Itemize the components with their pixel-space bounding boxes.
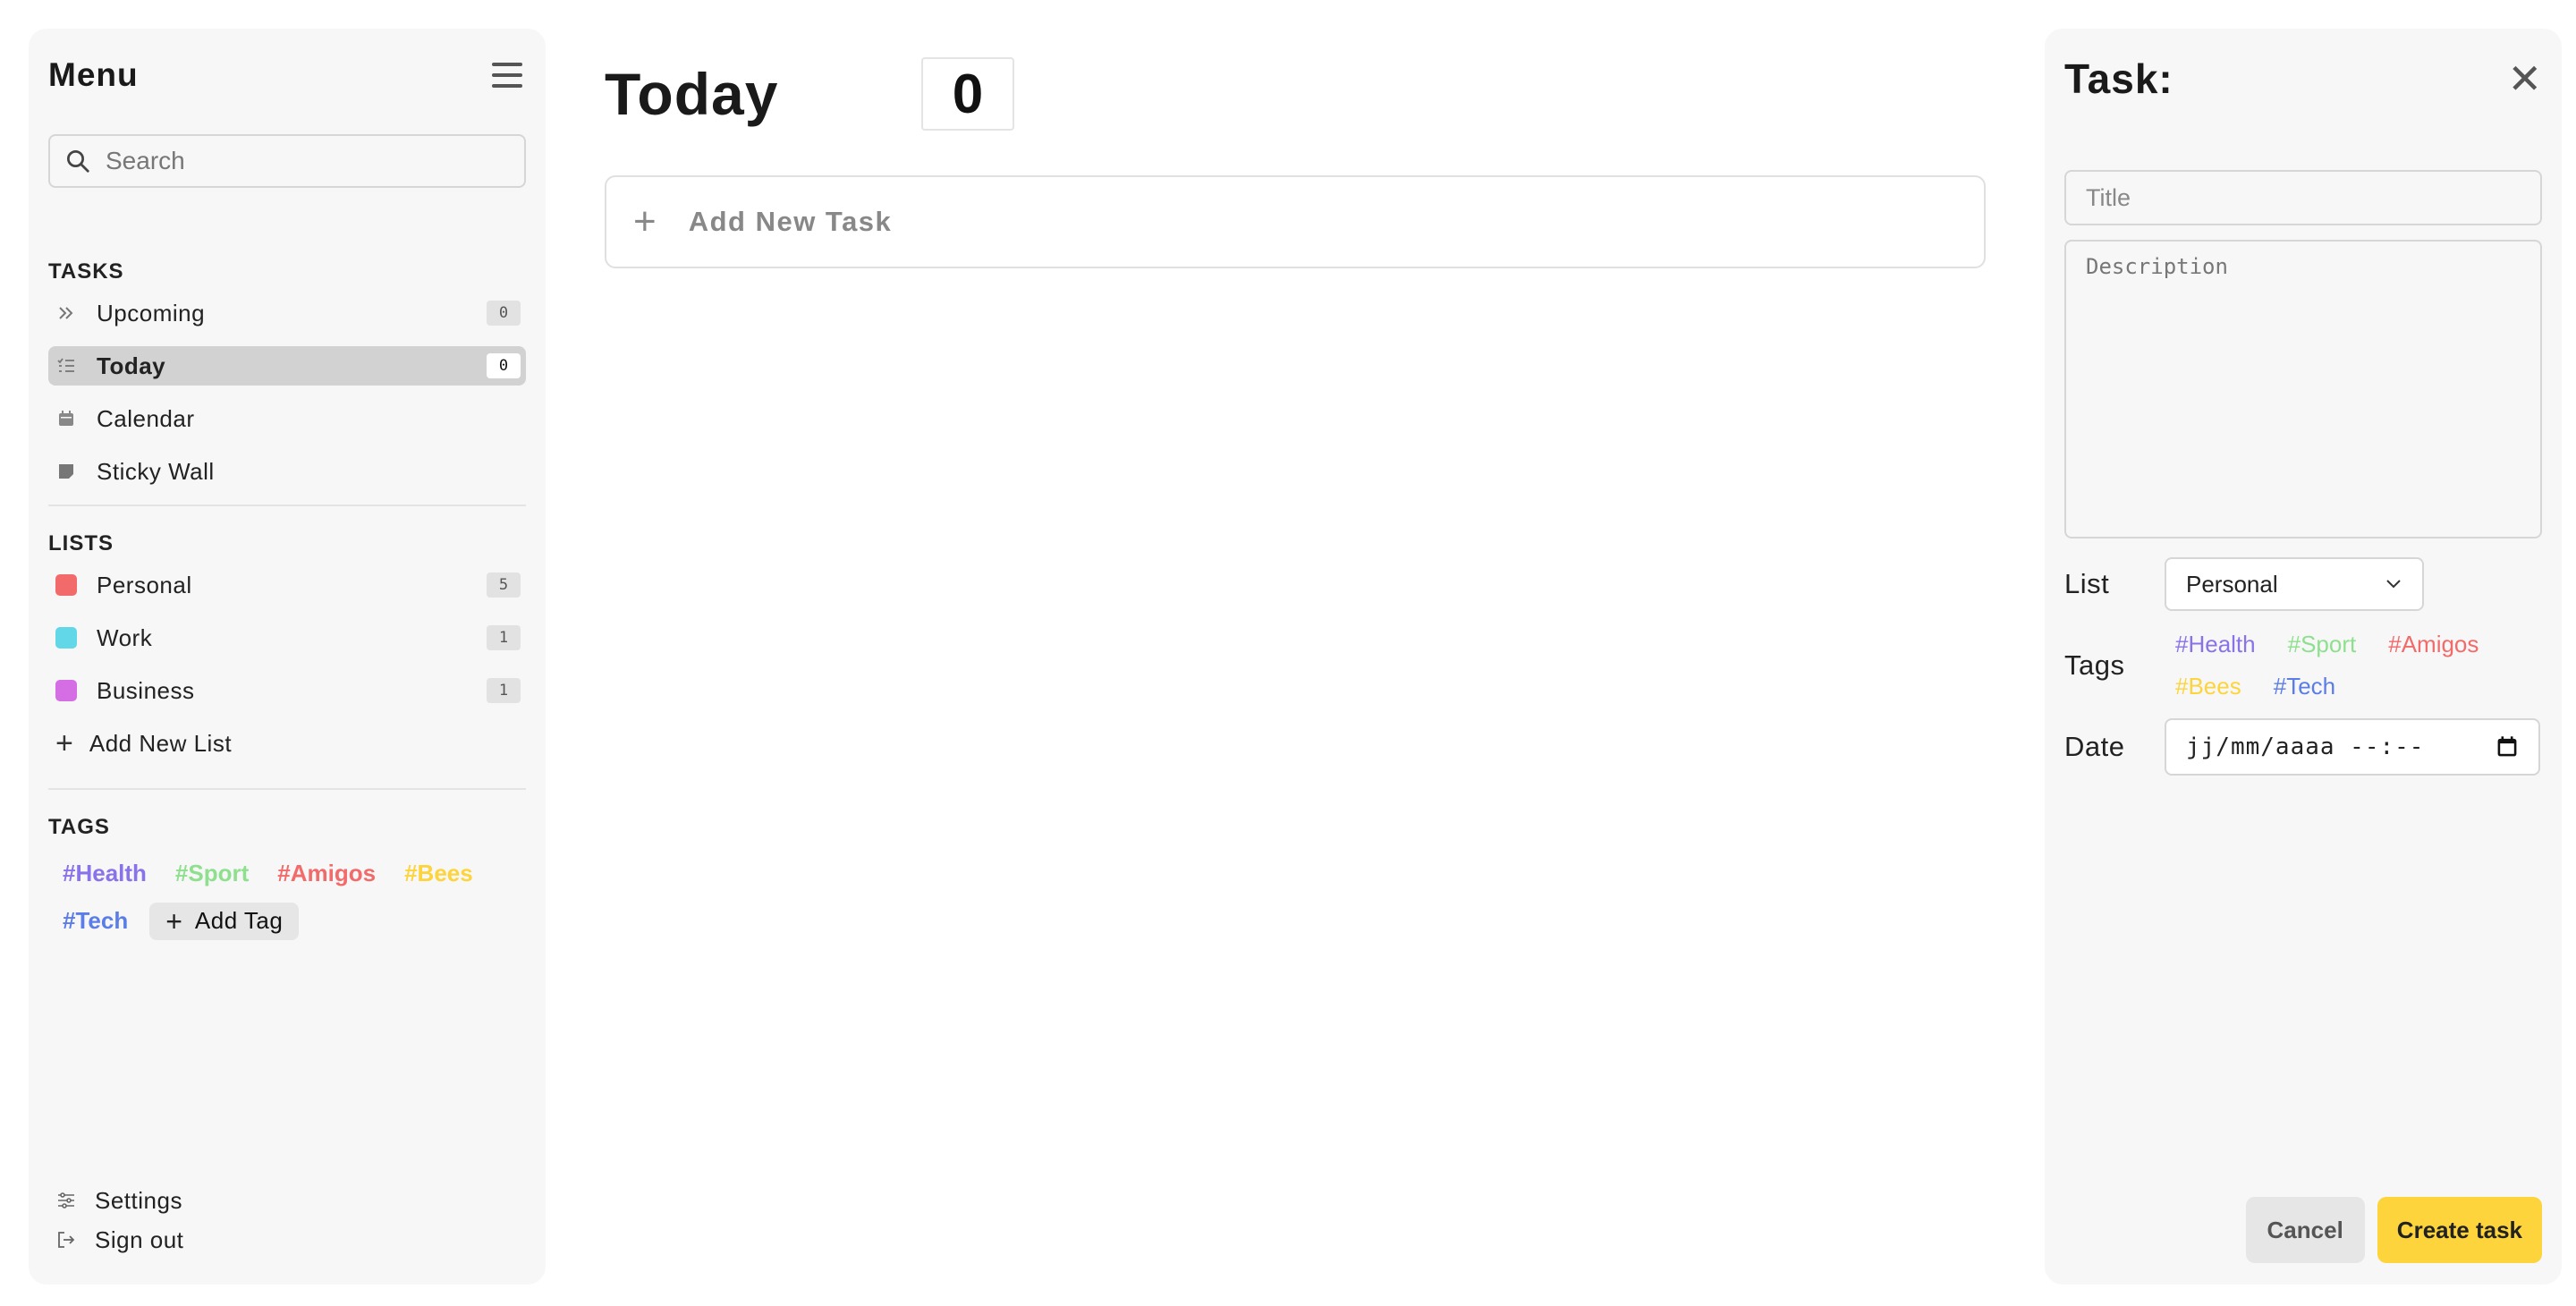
count-badge: 0 xyxy=(487,353,521,378)
tag-amigos[interactable]: #Amigos xyxy=(263,854,390,893)
tags-heading: TAGS xyxy=(48,815,110,839)
calendar-icon xyxy=(2497,736,2517,757)
add-new-task-label: Add New Task xyxy=(688,206,893,237)
add-tag-button[interactable]: + Add Tag xyxy=(149,902,300,940)
create-task-button[interactable]: Create task xyxy=(2377,1197,2542,1263)
settings-label: Settings xyxy=(95,1186,182,1214)
cancel-button[interactable]: Cancel xyxy=(2245,1197,2365,1263)
sidebar-item-label: Personal xyxy=(97,571,192,598)
hamburger-menu-icon[interactable] xyxy=(492,63,522,88)
sidebar-item-sticky-wall[interactable]: Sticky Wall xyxy=(48,452,526,491)
sidebar-item-label: Calendar xyxy=(97,404,195,432)
sidebar-item-label: Today xyxy=(97,352,166,379)
sidebar-item-today[interactable]: Today 0 xyxy=(48,346,526,386)
add-new-task-button[interactable]: + Add New Task xyxy=(605,175,1986,268)
sidebar-item-work[interactable]: Work 1 xyxy=(48,618,526,657)
tags-list: #Health #Sport #Amigos #Bees #Tech + Add… xyxy=(48,854,526,940)
list-select[interactable]: Personal xyxy=(2165,557,2424,611)
list-color-swatch xyxy=(55,627,77,649)
tasks-heading: TASKS xyxy=(48,259,124,284)
tasks-nav: Upcoming 0 Today 0 Calendar Sticky Wall xyxy=(48,293,526,491)
list-color-swatch xyxy=(55,574,77,596)
tag-option-bees[interactable]: #Bees xyxy=(2175,673,2241,700)
tag-option-sport[interactable]: #Sport xyxy=(2288,631,2357,658)
tags-label: Tags xyxy=(2064,649,2125,681)
sidebar-item-personal[interactable]: Personal 5 xyxy=(48,565,526,605)
settings-button[interactable]: Settings xyxy=(48,1181,183,1220)
list-select-value: Personal xyxy=(2186,570,2278,598)
sidebar-item-calendar[interactable]: Calendar xyxy=(48,399,526,438)
count-badge: 1 xyxy=(487,625,521,650)
task-panel: Task: ✕ List Personal Tags #Health #Spor… xyxy=(2045,29,2562,1285)
sidebar-item-label: Business xyxy=(97,676,195,704)
sidebar-title: Menu xyxy=(48,56,139,93)
count-badge: 5 xyxy=(487,572,521,598)
sidebar-item-label: Upcoming xyxy=(97,299,206,326)
sticky-note-icon xyxy=(55,461,77,482)
panel-title: Task: xyxy=(2064,55,2174,102)
count-badge: 0 xyxy=(487,301,521,326)
tag-health[interactable]: #Health xyxy=(48,854,161,893)
date-label: Date xyxy=(2064,731,2125,762)
list-label: List xyxy=(2064,568,2110,599)
plus-icon: + xyxy=(165,904,182,937)
tag-option-amigos[interactable]: #Amigos xyxy=(2388,631,2479,658)
chevron-down-icon xyxy=(2386,580,2401,589)
lists-heading: LISTS xyxy=(48,531,114,555)
plus-icon: + xyxy=(55,726,73,760)
task-title-input[interactable] xyxy=(2064,170,2542,225)
sign-out-label: Sign out xyxy=(95,1225,184,1253)
date-input-value: jj/mm/aaaa --:-- xyxy=(2186,734,2425,760)
plus-icon: + xyxy=(633,199,657,243)
sidebar: Menu TASKS Upcoming 0 Today 0 Calendar xyxy=(29,29,546,1285)
task-description-input[interactable] xyxy=(2064,240,2542,539)
tag-tech[interactable]: #Tech xyxy=(48,902,142,940)
list-check-icon xyxy=(55,355,77,377)
sidebar-item-label: Sticky Wall xyxy=(97,457,215,485)
page-title: Today xyxy=(605,61,779,127)
sidebar-item-upcoming[interactable]: Upcoming 0 xyxy=(48,293,526,333)
sidebar-item-label: Work xyxy=(97,623,153,651)
main-header: Today 0 xyxy=(605,55,1986,132)
search-box[interactable] xyxy=(48,134,526,188)
add-tag-label: Add Tag xyxy=(194,907,284,934)
search-icon xyxy=(67,150,89,173)
sidebar-item-business[interactable]: Business 1 xyxy=(48,671,526,710)
tag-bees[interactable]: #Bees xyxy=(390,854,487,893)
tag-sport[interactable]: #Sport xyxy=(161,854,263,893)
add-list-button[interactable]: + Add New List xyxy=(48,724,526,763)
tags-row: Tags #Health #Sport #Amigos #Bees #Tech xyxy=(2064,631,2542,700)
panel-actions: Cancel Create task xyxy=(2245,1197,2542,1263)
list-row: List Personal xyxy=(2064,557,2542,611)
sign-out-icon xyxy=(55,1229,77,1251)
tag-option-health[interactable]: #Health xyxy=(2175,631,2256,658)
tags-picker: #Health #Sport #Amigos #Bees #Tech xyxy=(2165,631,2535,700)
main-content: Today 0 + Add New Task xyxy=(605,55,1986,268)
task-count-badge: 0 xyxy=(921,57,1014,131)
sidebar-header: Menu xyxy=(48,54,526,97)
count-badge: 1 xyxy=(487,678,521,703)
add-list-label: Add New List xyxy=(89,729,233,757)
lists-nav: Personal 5 Work 1 Business 1 + Add New L… xyxy=(48,565,526,763)
sign-out-button[interactable]: Sign out xyxy=(48,1220,183,1259)
calendar-icon xyxy=(55,408,77,429)
divider xyxy=(48,505,526,506)
date-row: Date jj/mm/aaaa --:-- xyxy=(2064,718,2542,776)
search-input[interactable] xyxy=(106,147,510,175)
sidebar-footer: Settings Sign out xyxy=(48,1181,183,1259)
panel-header: Task: ✕ xyxy=(2064,54,2542,104)
tag-option-tech[interactable]: #Tech xyxy=(2274,673,2335,700)
double-chevron-right-icon xyxy=(55,302,77,324)
close-icon[interactable]: ✕ xyxy=(2507,58,2542,99)
date-input[interactable]: jj/mm/aaaa --:-- xyxy=(2165,718,2540,776)
list-color-swatch xyxy=(55,680,77,701)
divider xyxy=(48,788,526,790)
sliders-icon xyxy=(55,1190,77,1211)
